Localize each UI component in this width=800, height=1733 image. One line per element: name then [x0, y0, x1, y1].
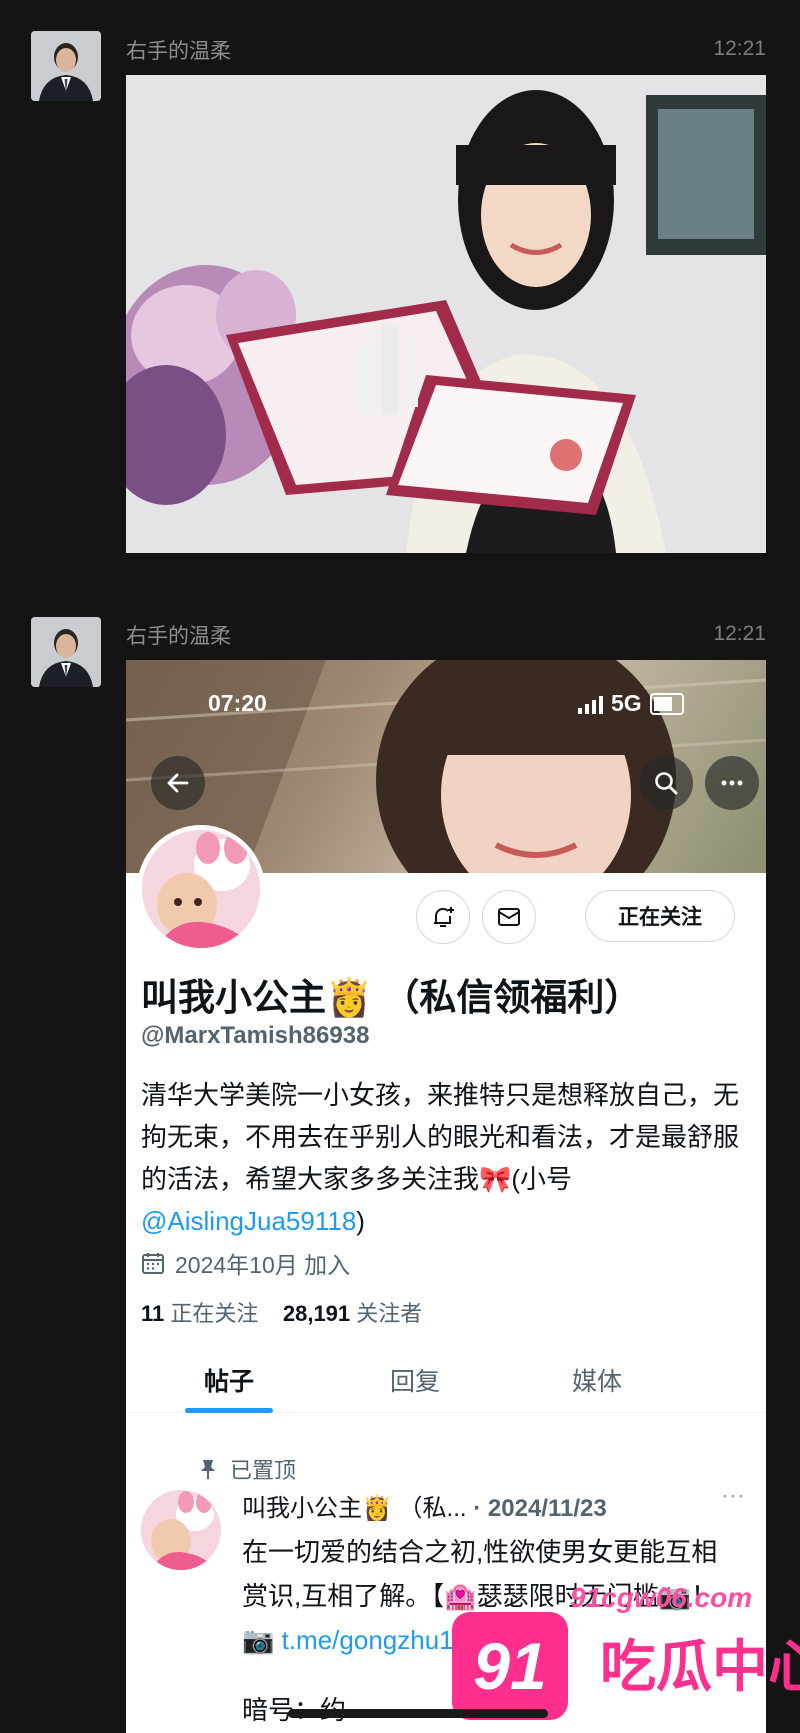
profile-name: 叫我小公主👸 （私信领福利） — [141, 977, 642, 1018]
message-time: 12:21 — [713, 37, 766, 60]
message-time: 12:21 — [713, 622, 766, 645]
profile-screenshot-image[interactable]: 07:20 5G 正在关注 叫我小公主👸 （私信领福利） @MarxTamish… — [126, 660, 766, 1733]
search-icon — [655, 772, 678, 795]
tab-replies[interactable]: 回复 — [390, 1362, 440, 1398]
signal-icon — [578, 694, 603, 714]
graduation-photo[interactable] — [126, 75, 766, 553]
joined-date: 2024年10月 加入 — [141, 1246, 350, 1280]
watermark-text: 吃瓜中心 — [600, 1635, 800, 1698]
bio-end: ) — [356, 1206, 365, 1236]
bio-text: 清华大学美院一小女孩，来推特只是想释放自己，无拘无束，不用去在乎别人的眼光和看法… — [141, 1080, 740, 1194]
tab-posts[interactable]: 帖子 — [204, 1362, 254, 1398]
battery-icon — [649, 692, 684, 715]
post-header: 叫我小公主👸 （私... · 2024/11/23 — [242, 1488, 607, 1523]
followers-label: 关注者 — [356, 1301, 423, 1326]
active-tab-indicator — [185, 1408, 273, 1413]
following-button[interactable]: 正在关注 — [585, 890, 735, 942]
sender-avatar[interactable] — [31, 31, 101, 101]
bell-plus-icon — [434, 907, 454, 927]
profile-tabs: 帖子 回复 媒体 — [126, 1350, 766, 1413]
profile-avatar[interactable] — [137, 825, 265, 953]
more-dots-icon — [721, 780, 743, 786]
post-author-avatar[interactable] — [141, 1490, 221, 1570]
following-label: 正在关注 — [170, 1301, 259, 1326]
tab-media[interactable]: 媒体 — [572, 1362, 622, 1398]
pinned-indicator: 已置顶 — [198, 1453, 296, 1485]
sender-name: 右手的温柔 — [126, 625, 231, 648]
sender-name: 右手的温柔 — [126, 40, 231, 63]
post-more-icon[interactable]: ··· — [721, 1482, 745, 1510]
watermark-url: 91cgw06.com — [570, 1582, 753, 1613]
network-label: 5G — [611, 690, 642, 716]
following-count: 11 — [141, 1301, 165, 1326]
post-author[interactable]: 叫我小公主👸 （私... — [242, 1495, 467, 1522]
profile-bio: 清华大学美院一小女孩，来推特只是想释放自己，无拘无束，不用去在乎别人的眼光和看法… — [141, 1074, 751, 1242]
bio-mention-link[interactable]: @AislingJua59118 — [141, 1206, 356, 1236]
follow-stats: 11 正在关注 28,191 关注者 — [141, 1296, 422, 1328]
post-date[interactable]: · 2024/11/23 — [473, 1495, 606, 1522]
followers-stat[interactable]: 28,191 关注者 — [283, 1301, 422, 1326]
back-button[interactable] — [151, 756, 205, 810]
joined-text: 2024年10月 加入 — [175, 1252, 351, 1278]
following-stat[interactable]: 11 正在关注 — [141, 1301, 258, 1326]
arrow-left-icon — [167, 773, 189, 793]
notify-button[interactable] — [416, 890, 470, 944]
post-link[interactable]: t.me/gongzhu1 — [282, 1625, 454, 1655]
pin-icon — [201, 1460, 215, 1479]
message-button[interactable] — [482, 890, 536, 944]
status-time: 07:20 — [208, 690, 267, 716]
sender-avatar[interactable] — [31, 617, 101, 687]
calendar-icon — [142, 1253, 164, 1274]
profile-handle[interactable]: @MarxTamish86938 — [141, 1022, 369, 1050]
home-indicator — [288, 1709, 548, 1718]
followers-count: 28,191 — [282, 1301, 351, 1326]
more-options-button[interactable] — [705, 756, 759, 810]
watermark-badge: 91 — [452, 1612, 568, 1720]
envelope-icon — [498, 908, 520, 926]
pinned-label: 已置顶 — [230, 1458, 297, 1483]
search-button[interactable] — [639, 756, 693, 810]
status-icons: 5G — [578, 690, 684, 717]
